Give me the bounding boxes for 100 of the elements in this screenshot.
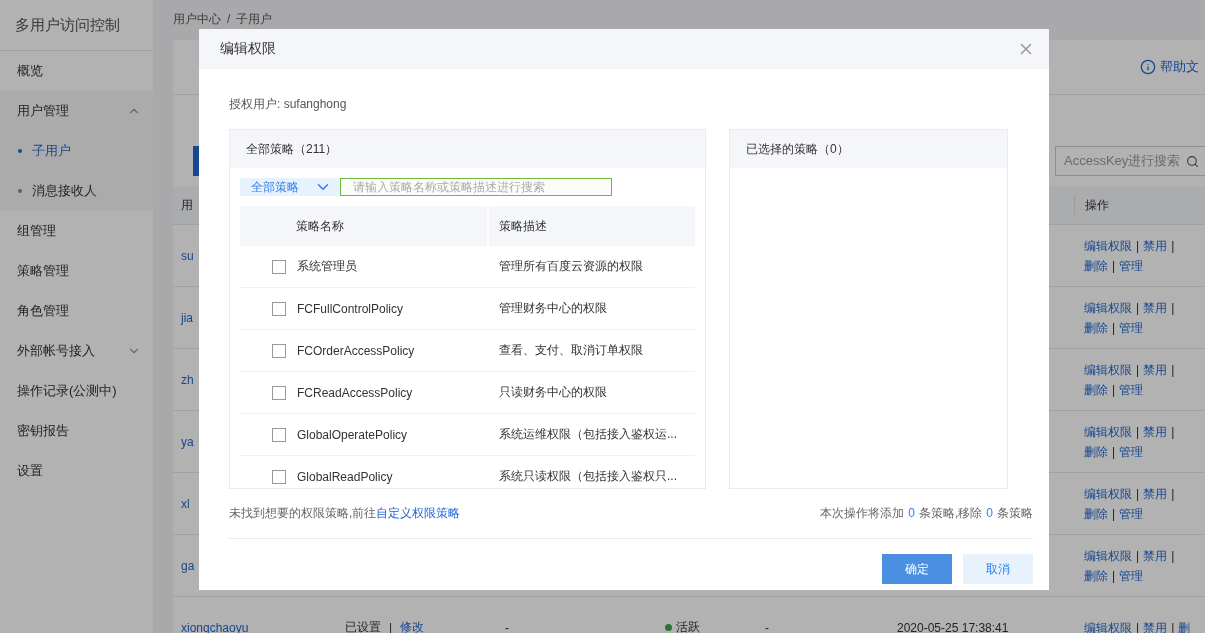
action-link[interactable]: 编辑权限 bbox=[1084, 620, 1132, 633]
status-dot bbox=[665, 624, 672, 631]
action-link[interactable]: 禁用 bbox=[1143, 362, 1168, 377]
breadcrumb-item[interactable]: 用户中心 bbox=[173, 10, 221, 28]
separator: | bbox=[1136, 486, 1140, 501]
separator: | bbox=[1112, 258, 1116, 273]
separator: | bbox=[1112, 444, 1116, 459]
policy-name: GlobalOperatePolicy bbox=[297, 427, 408, 442]
action-link[interactable]: 编辑权限 bbox=[1084, 238, 1132, 253]
action-link[interactable]: 删 bbox=[1178, 620, 1191, 633]
policy-name: 系统管理员 bbox=[297, 258, 357, 275]
separator: | bbox=[1112, 382, 1116, 397]
sidebar-subitem[interactable]: 消息接收人 bbox=[0, 171, 153, 211]
breadcrumb-item[interactable]: 子用户 bbox=[236, 10, 273, 28]
separator: | bbox=[1171, 548, 1175, 563]
panel-title: 已选择的策略（0） bbox=[730, 130, 1007, 168]
separator: | bbox=[1171, 424, 1175, 439]
policy-description: 管理所有百度云资源的权限 bbox=[499, 258, 643, 275]
action-link[interactable]: 删除 bbox=[1084, 258, 1108, 273]
cancel-button[interactable]: 取消 bbox=[963, 554, 1033, 584]
breadcrumb-separator: / bbox=[227, 12, 231, 26]
search-icon[interactable] bbox=[1186, 154, 1199, 168]
column-header: 用 bbox=[180, 196, 194, 214]
separator: | bbox=[1136, 548, 1140, 563]
separator: | bbox=[1136, 300, 1140, 315]
action-link[interactable]: 编辑权限 bbox=[1084, 424, 1132, 439]
action-link[interactable]: 删除 bbox=[1084, 568, 1108, 583]
separator: | bbox=[1171, 238, 1175, 253]
action-link[interactable]: 禁用 bbox=[1143, 424, 1168, 439]
panel-title: 全部策略（211） bbox=[230, 130, 705, 168]
confirm-button[interactable]: 确定 bbox=[882, 554, 952, 584]
policy-description: 只读财务中心的权限 bbox=[499, 384, 607, 401]
sidebar-item[interactable]: 概览 bbox=[0, 51, 153, 91]
hint-text: 未找到想要的权限策略,前往自定义权限策略 bbox=[229, 505, 461, 522]
checkbox[interactable] bbox=[272, 469, 286, 484]
table-cell-text: - bbox=[764, 620, 770, 633]
sidebar-item[interactable]: 操作记录(公测中) bbox=[0, 371, 153, 411]
modify-link[interactable]: 修改 bbox=[400, 619, 425, 633]
action-link[interactable]: 删除 bbox=[1084, 382, 1108, 397]
policy-filter-dropdown[interactable]: 全部策略 bbox=[240, 178, 340, 196]
action-link[interactable]: 管理 bbox=[1119, 320, 1144, 335]
action-link[interactable]: 管理 bbox=[1119, 258, 1144, 273]
separator: | bbox=[1112, 320, 1116, 335]
sidebar-item[interactable]: 密钥报告 bbox=[0, 411, 153, 451]
action-link[interactable]: 编辑权限 bbox=[1084, 486, 1132, 501]
change-summary: 本次操作将添加 0 条策略,移除 0 条策略 bbox=[820, 505, 1033, 522]
action-link[interactable]: 管理 bbox=[1119, 506, 1144, 521]
column-header: 操作 bbox=[1074, 195, 1202, 215]
separator: | bbox=[1136, 238, 1140, 253]
separator: | bbox=[1171, 486, 1175, 501]
table-cell-text: 2020-05-25 17:38:41 bbox=[896, 620, 1010, 633]
authorized-user-label: 授权用户: sufanghong bbox=[229, 96, 348, 113]
separator: | bbox=[1112, 506, 1116, 521]
action-link[interactable]: 删除 bbox=[1084, 444, 1108, 459]
sidebar-subitem[interactable]: 子用户 bbox=[0, 131, 153, 171]
action-link[interactable]: 禁用 bbox=[1143, 620, 1168, 633]
sidebar-title: 多用户访问控制 bbox=[0, 0, 153, 51]
search-field[interactable]: AccessKey进行搜索 bbox=[1055, 146, 1205, 176]
policy-name: FCReadAccessPolicy bbox=[297, 385, 413, 400]
action-link[interactable]: 禁用 bbox=[1143, 300, 1168, 315]
action-link[interactable]: 管理 bbox=[1119, 568, 1144, 583]
separator: | bbox=[1112, 568, 1116, 583]
action-link[interactable]: 删除 bbox=[1084, 320, 1108, 335]
table-cell-text: - bbox=[504, 620, 510, 633]
sidebar-item[interactable]: 角色管理 bbox=[0, 291, 153, 331]
checkbox[interactable] bbox=[272, 427, 286, 442]
table-cell: 已设置 bbox=[345, 619, 381, 633]
policy-description: 系统运维权限（包括接入鉴权运... bbox=[499, 426, 677, 443]
policy-name: GlobalReadPolicy bbox=[297, 469, 393, 484]
action-link[interactable]: 删除 bbox=[1084, 506, 1108, 521]
sidebar-item[interactable]: 策略管理 bbox=[0, 251, 153, 291]
sidebar-item[interactable]: 外部帐号接入 bbox=[0, 331, 153, 371]
policy-search-field[interactable]: 请输入策略名称或策略描述进行搜索 bbox=[340, 178, 612, 196]
checkbox[interactable] bbox=[272, 385, 286, 400]
policy-description: 管理财务中心的权限 bbox=[499, 300, 607, 317]
separator: | bbox=[1171, 362, 1175, 377]
checkbox[interactable] bbox=[272, 301, 286, 316]
action-link[interactable]: 管理 bbox=[1119, 444, 1144, 459]
action-link[interactable]: 编辑权限 bbox=[1084, 300, 1132, 315]
checkbox[interactable] bbox=[272, 343, 286, 358]
checkbox[interactable] bbox=[272, 259, 286, 274]
separator: | bbox=[1171, 300, 1175, 315]
sidebar-item[interactable]: 用户管理 bbox=[0, 91, 153, 131]
action-link[interactable]: 禁用 bbox=[1143, 238, 1168, 253]
help-link[interactable]: 帮助文 bbox=[1140, 58, 1199, 76]
dialog-title: 编辑权限 bbox=[220, 40, 276, 58]
action-link[interactable]: 禁用 bbox=[1143, 486, 1168, 501]
action-link[interactable]: 编辑权限 bbox=[1084, 362, 1132, 377]
separator: | bbox=[1136, 362, 1140, 377]
sidebar-item[interactable]: 组管理 bbox=[0, 211, 153, 251]
action-link[interactable]: 管理 bbox=[1119, 382, 1144, 397]
action-link[interactable]: 禁用 bbox=[1143, 548, 1168, 563]
action-link[interactable]: 编辑权限 bbox=[1084, 548, 1132, 563]
status-text: 活跃 bbox=[676, 619, 700, 633]
policy-name: FCOrderAccessPolicy bbox=[297, 343, 415, 358]
policy-description: 查看、支付、取消订单权限 bbox=[499, 342, 643, 359]
policy-name: FCFullControlPolicy bbox=[297, 301, 404, 316]
sidebar-item[interactable]: 设置 bbox=[0, 451, 153, 491]
info-icon bbox=[1140, 59, 1156, 75]
custom-policy-link[interactable]: 自定义权限策略 bbox=[376, 506, 461, 520]
